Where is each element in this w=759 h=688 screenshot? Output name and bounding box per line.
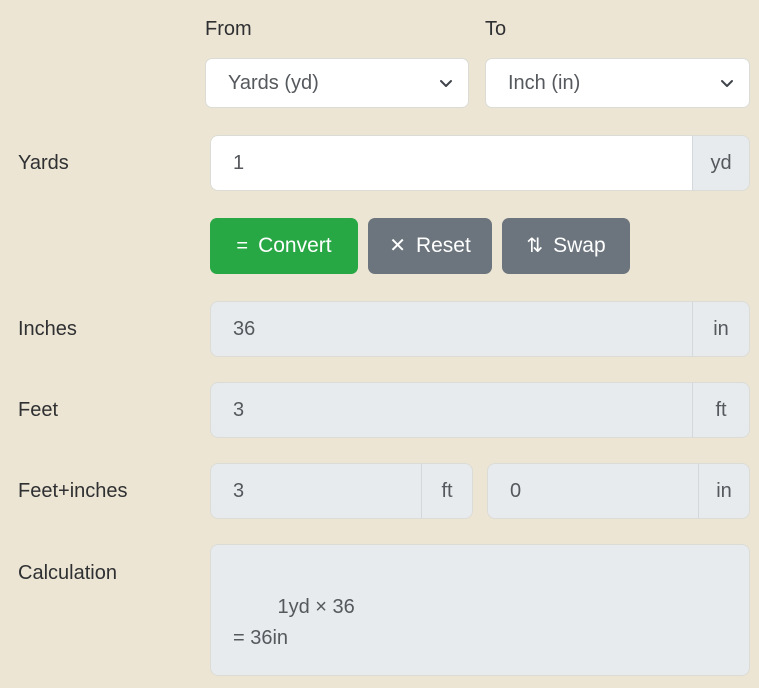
result-input-group-feet-part[interactable]: 3 ft [210,463,473,519]
swap-button-label: Swap [553,234,606,257]
calculation-row: Calculation 1yd × 36 = 36in [0,544,759,676]
source-value-input-group[interactable]: 1 yd [210,135,750,191]
result-row-feet-inches: Feet+inches 3 ft 0 in [0,463,759,519]
result-row-inches: Inches 36 in [0,301,759,357]
source-value-label: Yards [18,152,69,174]
close-icon: ✕ [389,235,406,257]
result-label-feet: Feet [18,399,59,421]
result-value-feet[interactable]: 3 [210,382,692,438]
result-unit-inches-part: in [698,463,750,519]
result-field-wrap-feet: 3 ft [210,382,750,438]
source-value-row: Yards 1 yd [0,135,759,191]
result-input-group-feet[interactable]: 3 ft [210,382,750,438]
result-input-group-inches[interactable]: 36 in [210,301,750,357]
convert-button[interactable]: = Convert [210,218,358,274]
action-buttons-group: = Convert ✕ Reset ⇅ Swap [210,218,750,274]
calculation-label: Calculation [18,562,117,584]
source-value-field-wrap: 1 yd [210,135,750,191]
from-unit-select[interactable]: Yards (yd) [205,58,469,108]
unit-converter-panel: From To Yards (yd) Inch (in) Yards 1 yd [0,0,759,688]
result-unit-inches: in [692,301,750,357]
result-unit-feet-part: ft [421,463,473,519]
result-value-feet-part[interactable]: 3 [210,463,421,519]
source-value-unit: yd [692,135,750,191]
source-value-input[interactable]: 1 [210,135,692,191]
result-field-wrap-inches: 36 in [210,301,750,357]
to-heading: To [485,18,507,40]
equals-icon: = [236,235,249,257]
result-label-inches: Inches [18,318,77,340]
reset-button[interactable]: ✕ Reset [368,218,492,274]
result-value-inches[interactable]: 36 [210,301,692,357]
result-field-wrap-feet-inches: 3 ft 0 in [210,463,750,519]
result-input-group-inches-part[interactable]: 0 in [487,463,750,519]
calculation-field-wrap: 1yd × 36 = 36in [210,544,750,676]
calculation-textarea[interactable]: 1yd × 36 = 36in [210,544,750,676]
chevron-down-icon [719,75,735,91]
result-label-feet-inches: Feet+inches [18,480,128,502]
to-unit-select[interactable]: Inch (in) [485,58,750,108]
from-heading: From [205,18,252,40]
convert-button-label: Convert [258,234,332,257]
action-buttons-row: = Convert ✕ Reset ⇅ Swap [0,218,759,274]
chevron-down-icon [438,75,454,91]
resize-grip-icon[interactable] [732,658,746,672]
calculation-text: 1yd × 36 = 36in [233,596,355,649]
swap-vertical-icon: ⇅ [526,235,544,257]
reset-button-label: Reset [415,234,471,257]
from-unit-value: Yards (yd) [228,71,319,94]
swap-button[interactable]: ⇅ Swap [502,218,630,274]
to-unit-value: Inch (in) [508,71,581,94]
result-unit-feet: ft [692,382,750,438]
result-row-feet: Feet 3 ft [0,382,759,438]
result-value-inches-part[interactable]: 0 [487,463,698,519]
